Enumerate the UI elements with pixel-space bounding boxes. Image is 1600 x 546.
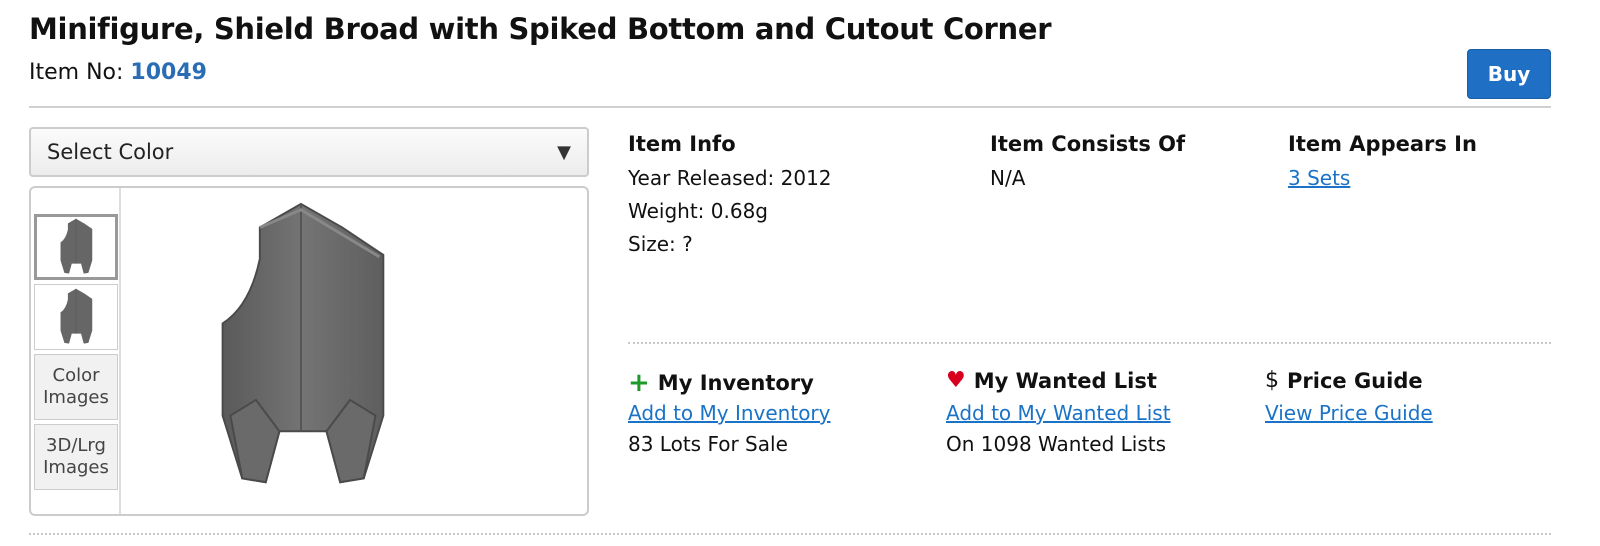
heart-icon: ♥ [946, 368, 966, 393]
price-guide-label: Price Guide [1287, 368, 1423, 393]
thumbnail-2[interactable] [34, 284, 118, 350]
wanted-lists-count: On 1098 Wanted Lists [946, 432, 1167, 456]
appears-in-sets-link[interactable]: 3 Sets [1288, 166, 1350, 190]
select-color-label: Select Color [47, 140, 174, 164]
shield-part-image [221, 202, 385, 484]
page-title: Minifigure, Shield Broad with Spiked Bot… [29, 12, 1052, 46]
image-viewer: Color Images 3D/Lrg Images [29, 186, 589, 516]
item-number: Item No: 10049 [29, 60, 207, 85]
price-guide-heading: $ Price Guide [1265, 368, 1423, 393]
my-inventory-label: My Inventory [657, 371, 814, 395]
dropdown-arrow-icon: ▼ [557, 141, 571, 163]
lots-for-sale: 83 Lots For Sale [628, 432, 788, 456]
add-to-inventory-link[interactable]: Add to My Inventory [628, 401, 831, 425]
thumbnail-strip: Color Images 3D/Lrg Images [31, 188, 121, 514]
plus-icon: + [628, 368, 650, 398]
dollar-icon: $ [1265, 368, 1279, 393]
bottom-divider [29, 533, 1551, 535]
wanted-list-label: My Wanted List [973, 368, 1157, 393]
view-price-guide-link[interactable]: View Price Guide [1265, 401, 1433, 425]
item-number-value: 10049 [130, 60, 207, 85]
thumbnail-1[interactable] [34, 214, 118, 280]
wanted-list-heading: ♥ My Wanted List [946, 368, 1157, 393]
year-released: Year Released: 2012 [628, 166, 832, 190]
item-consists-value: N/A [990, 166, 1026, 190]
size: Size: ? [628, 232, 693, 256]
header-divider [29, 106, 1551, 108]
large-images-button[interactable]: 3D/Lrg Images [34, 424, 118, 490]
buy-button[interactable]: Buy [1467, 49, 1551, 99]
section-divider [628, 342, 1551, 344]
item-number-label: Item No: [29, 60, 124, 85]
shield-thumb-icon [60, 288, 93, 344]
color-images-button[interactable]: Color Images [34, 354, 118, 420]
weight: Weight: 0.68g [628, 199, 768, 223]
select-color-dropdown[interactable]: Select Color ▼ [29, 127, 589, 177]
item-appears-heading: Item Appears In [1288, 132, 1477, 156]
shield-thumb-icon [60, 218, 93, 274]
my-inventory-heading: + My Inventory [628, 368, 814, 398]
item-consists-heading: Item Consists Of [990, 132, 1186, 156]
item-info-heading: Item Info [628, 132, 736, 156]
add-to-wanted-list-link[interactable]: Add to My Wanted List [946, 401, 1171, 425]
